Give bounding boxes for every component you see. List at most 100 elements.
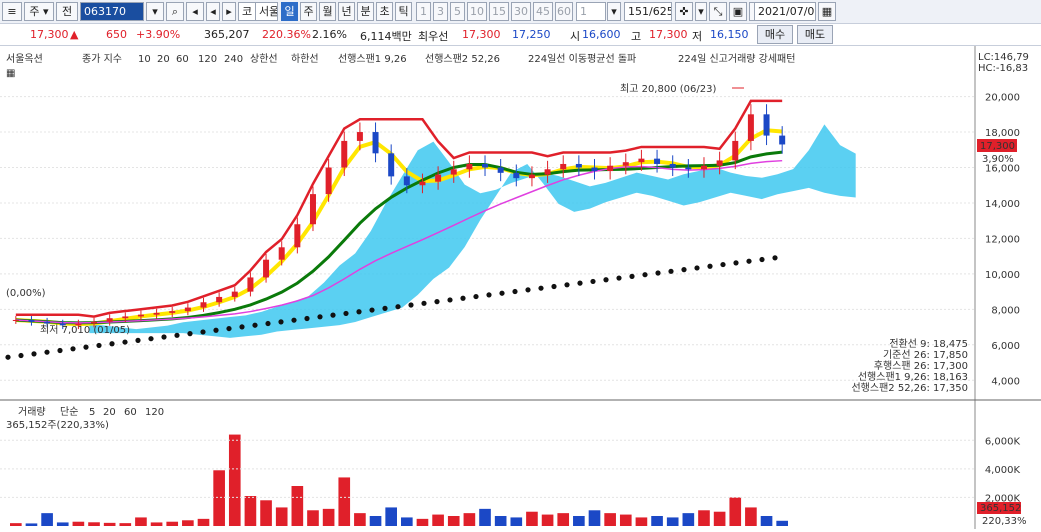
save-icon[interactable]: ▣ [729, 2, 747, 21]
hc-readout: HC:-16,83 [978, 63, 1028, 74]
volume-tag-value: 365,152 [980, 503, 1021, 514]
interval-60[interactable]: 60 [555, 2, 573, 21]
volume-ma-5: 5 [89, 407, 95, 418]
ma-240-dot [161, 334, 167, 340]
interval-15[interactable]: 15 [489, 2, 509, 21]
ma-240-dot [122, 339, 128, 345]
interval-1[interactable]: 1 [416, 2, 431, 21]
candle-body [607, 165, 614, 172]
page-counter: 151/625 [624, 2, 672, 21]
interval-10[interactable]: 10 [467, 2, 487, 21]
ma-240-dot [213, 327, 219, 333]
volume-bar [510, 517, 523, 526]
turnover-rate: 2.16% [312, 28, 347, 41]
tab-period-day[interactable]: 일 [281, 2, 298, 21]
candle-body [403, 176, 410, 186]
candle-body [732, 140, 739, 161]
ma-240-dot [408, 302, 414, 308]
candle-body [216, 296, 223, 303]
y-tick-label: 14,000 [985, 199, 1020, 210]
crosshair-icon[interactable]: ✜ [675, 2, 693, 21]
candle-body [309, 194, 316, 225]
tab-period-month[interactable]: 월 [319, 2, 336, 21]
ma-240-dot [70, 346, 76, 352]
ma-240-dot [460, 295, 466, 301]
ma-240-dot [616, 275, 622, 281]
volume-ma-60: 60 [124, 407, 137, 418]
low-label: 저 [692, 30, 703, 43]
interval-30[interactable]: 30 [511, 2, 531, 21]
volume-bar [72, 521, 85, 526]
audio-icon[interactable]: ◂ [186, 2, 204, 21]
next-stock-icon[interactable]: ▸ [222, 2, 236, 21]
interval-5[interactable]: 5 [450, 2, 465, 21]
ma-240-dot [772, 255, 778, 261]
ma-240-dot [252, 322, 258, 328]
market-select[interactable]: 주 ▾ [24, 2, 54, 21]
chart-panel: 20,000 18,000 16,000 14,000 12,000 10,000 8,00… [0, 46, 1041, 529]
ma-240-dot [421, 300, 427, 306]
volume-bar [291, 486, 304, 526]
tab-period-year[interactable]: 년 [338, 2, 355, 21]
price-chart[interactable]: 20,000 18,000 16,000 14,000 12,000 10,000 8,00… [0, 46, 1041, 529]
ma-240-dot [590, 278, 596, 285]
candle-body [685, 167, 692, 170]
price-change: 650 [106, 28, 127, 41]
candle-body [12, 319, 19, 321]
trade-amount: 6,114백만 [360, 30, 412, 43]
ichimoku-conversion: 전환선 9: 18,475 [889, 338, 968, 350]
stock-code-input[interactable]: 063170 [80, 2, 144, 21]
tab-period-second[interactable]: 초 [376, 2, 393, 21]
type-button[interactable]: 전 [56, 2, 78, 21]
ma-240-dot [317, 314, 323, 320]
volume-tick-label: 4,000K [985, 465, 1021, 476]
date-field[interactable]: 2021/07/01 [754, 2, 816, 21]
interval-3[interactable]: 3 [433, 2, 448, 21]
crosshair-dropdown-icon[interactable]: ▾ [695, 2, 707, 21]
y-tick-label: 4,000 [991, 376, 1020, 387]
volume-bar [103, 522, 116, 526]
ma-legend-label: 종가 지수 [82, 53, 122, 65]
ichimoku-span1: 선행스팬1 9,26: 18,163 [858, 371, 968, 383]
ma-240-dot [31, 351, 37, 357]
candle-body [231, 291, 238, 297]
ma-240-dot [265, 320, 271, 327]
volume-bar [729, 497, 742, 526]
candle-body [638, 158, 645, 163]
calendar-icon[interactable]: ▦ [818, 2, 836, 21]
grid-icon[interactable]: ▦ [6, 68, 15, 79]
ma-legend-240: 240 [224, 54, 243, 65]
volume-bar [557, 513, 570, 526]
ma-240-dot [499, 290, 505, 296]
buy-button[interactable]: 매수 [757, 25, 793, 44]
stock-prefix: 코 [242, 5, 253, 18]
volume-bar [463, 513, 476, 526]
interval-45[interactable]: 45 [533, 2, 553, 21]
volume-bar [604, 513, 616, 526]
prev-stock-icon[interactable]: ◂ [206, 2, 220, 21]
open-label: 시 [570, 30, 581, 43]
tab-period-week[interactable]: 주 [300, 2, 317, 21]
ma-240-dot [603, 277, 609, 283]
draw-tool-icon[interactable]: ⤡ [709, 2, 727, 21]
ma-240-dot [187, 331, 193, 337]
interval-dropdown-icon[interactable]: ▾ [607, 2, 621, 21]
candle-body [575, 163, 582, 168]
stock-name-label: 서울옥션 [255, 2, 278, 21]
interval-input[interactable]: 1 [576, 2, 606, 21]
volume-tag-pct: 220,33% [982, 516, 1027, 527]
high-annotation: 최고 20,800 (06/23) [620, 83, 716, 95]
volume-bar [228, 434, 241, 526]
ask-price: 17,300 [462, 28, 501, 41]
volume-bar [447, 516, 460, 526]
tab-period-tick[interactable]: 틱 [395, 2, 412, 21]
tab-period-minute[interactable]: 분 [357, 2, 374, 21]
search-icon[interactable]: ⌕ [166, 2, 184, 21]
code-dropdown-icon[interactable]: ▾ [146, 2, 164, 21]
chart-background [0, 46, 1041, 529]
menu-icon[interactable]: ≡ [2, 2, 22, 21]
ma-240-dot [239, 324, 245, 330]
candle-body [482, 163, 489, 168]
market-label: 주 [29, 5, 40, 18]
sell-button[interactable]: 매도 [797, 25, 833, 44]
